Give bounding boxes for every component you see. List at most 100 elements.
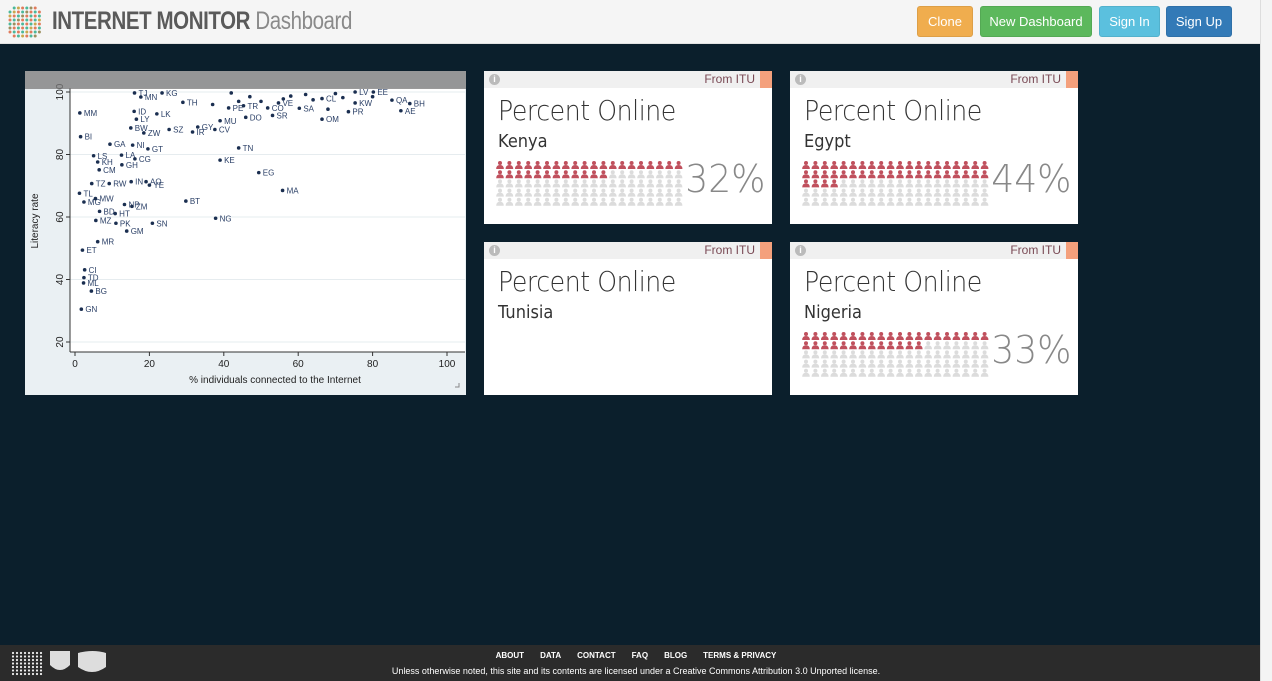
person-icon xyxy=(609,170,617,179)
people-icon-grid xyxy=(802,332,989,377)
logo-dot xyxy=(8,14,12,18)
info-icon[interactable]: i xyxy=(489,245,500,256)
logo-dot xyxy=(25,14,29,18)
person-icon xyxy=(896,350,904,359)
logo-dot xyxy=(12,6,16,10)
resize-handle-icon[interactable] xyxy=(455,383,460,388)
footer-link[interactable]: DATA xyxy=(540,651,561,660)
person-icon xyxy=(952,332,961,340)
person-icon xyxy=(505,179,514,188)
person-icon xyxy=(839,161,848,169)
card-title: Percent Online xyxy=(804,265,982,298)
person-icon xyxy=(858,368,867,377)
point-label: MU xyxy=(224,117,237,126)
footer-link[interactable]: BLOG xyxy=(664,651,687,660)
widget-toolbar-overlay[interactable] xyxy=(25,71,466,89)
person-icon xyxy=(552,197,561,206)
person-icon xyxy=(962,179,970,188)
footer-link[interactable]: CONTACT xyxy=(577,651,616,660)
footer-link[interactable]: FAQ xyxy=(632,651,648,660)
data-point xyxy=(236,146,241,150)
person-icon xyxy=(849,350,857,359)
scatter-chart: 204060801000 20 40 60 80 100MMTJMN KGTHID LKLYB… xyxy=(30,83,465,388)
person-icon xyxy=(971,359,979,368)
info-icon[interactable]: i xyxy=(795,245,806,256)
sign-up-button[interactable]: Sign Up xyxy=(1166,6,1232,37)
person-icon xyxy=(868,350,876,359)
person-icon xyxy=(971,341,979,350)
info-icon[interactable]: i xyxy=(795,74,806,85)
person-icon xyxy=(496,179,504,188)
x-axis-label: % individuals connected to the Internet xyxy=(189,375,361,386)
person-icon xyxy=(943,179,951,188)
person-icon xyxy=(552,188,561,197)
data-point xyxy=(108,142,112,146)
data-point xyxy=(130,204,134,209)
data-point xyxy=(226,106,231,110)
data-point xyxy=(181,100,185,105)
logo-dot xyxy=(8,30,12,34)
point-label: NI xyxy=(137,141,145,150)
footer-link[interactable]: ABOUT xyxy=(496,651,524,660)
logo-dot xyxy=(33,26,37,30)
person-icon xyxy=(811,368,820,377)
point-label: GT xyxy=(152,145,163,154)
x-tick-label: 100 xyxy=(439,359,456,370)
people-icon-grid xyxy=(496,161,683,206)
point-label: BW xyxy=(135,124,148,133)
card-title: Percent Online xyxy=(498,94,676,127)
person-icon xyxy=(496,161,504,169)
data-point xyxy=(167,127,171,132)
card-country: Egypt xyxy=(804,131,851,152)
data-point xyxy=(122,202,127,207)
data-point xyxy=(213,127,217,132)
brand-subtitle: Dashboard xyxy=(255,7,352,35)
person-icon xyxy=(552,179,561,188)
logo-dot xyxy=(8,10,12,14)
person-icon xyxy=(802,170,810,179)
brand-title[interactable]: INTERNET MONITOR Dashboard xyxy=(52,7,352,36)
point-label: CM xyxy=(103,166,116,175)
logo-dot xyxy=(33,18,37,22)
point-label: KG xyxy=(166,89,178,98)
person-icon xyxy=(896,188,904,197)
person-icon xyxy=(915,197,923,206)
source-label[interactable]: From ITU xyxy=(704,72,755,86)
logo-dot xyxy=(21,14,25,18)
source-label[interactable]: From ITU xyxy=(1010,243,1061,257)
data-point xyxy=(353,90,357,94)
data-point xyxy=(190,130,195,134)
data-point xyxy=(288,94,293,98)
person-icon xyxy=(980,161,989,169)
clone-button[interactable]: Clone xyxy=(917,6,973,37)
sign-in-button[interactable]: Sign In xyxy=(1099,6,1160,37)
point-label: GM xyxy=(131,227,144,236)
card-header: i From ITU xyxy=(790,242,1078,259)
data-point xyxy=(129,179,133,184)
person-icon xyxy=(515,179,523,188)
person-icon xyxy=(637,170,645,179)
person-icon xyxy=(971,368,979,377)
data-point xyxy=(371,90,376,94)
footer-link[interactable]: TERMS & PRIVACY xyxy=(703,651,776,660)
person-icon xyxy=(858,359,867,368)
new-dashboard-button[interactable]: New Dashboard xyxy=(980,6,1092,37)
scrollbar[interactable] xyxy=(1260,0,1272,681)
person-icon xyxy=(924,170,932,179)
person-icon xyxy=(933,359,942,368)
person-icon xyxy=(980,359,989,368)
person-icon xyxy=(609,188,617,197)
data-point xyxy=(213,216,218,221)
source-label[interactable]: From ITU xyxy=(1010,72,1061,86)
info-icon[interactable]: i xyxy=(489,74,500,85)
person-icon xyxy=(646,161,655,169)
logo-icon[interactable] xyxy=(7,5,43,39)
source-label[interactable]: From ITU xyxy=(704,243,755,257)
person-icon xyxy=(933,350,942,359)
percent-online-card: i From ITU Percent Online Tunisia xyxy=(484,242,772,395)
logo-dot xyxy=(29,6,33,10)
person-icon xyxy=(980,332,989,340)
person-icon xyxy=(646,170,655,179)
scatter-chart-widget: 20 40 60 80 100 0 20 40 60 80 100 MM TJ MN KG TH ID LK LY B… xyxy=(25,71,466,395)
person-icon xyxy=(971,161,979,169)
